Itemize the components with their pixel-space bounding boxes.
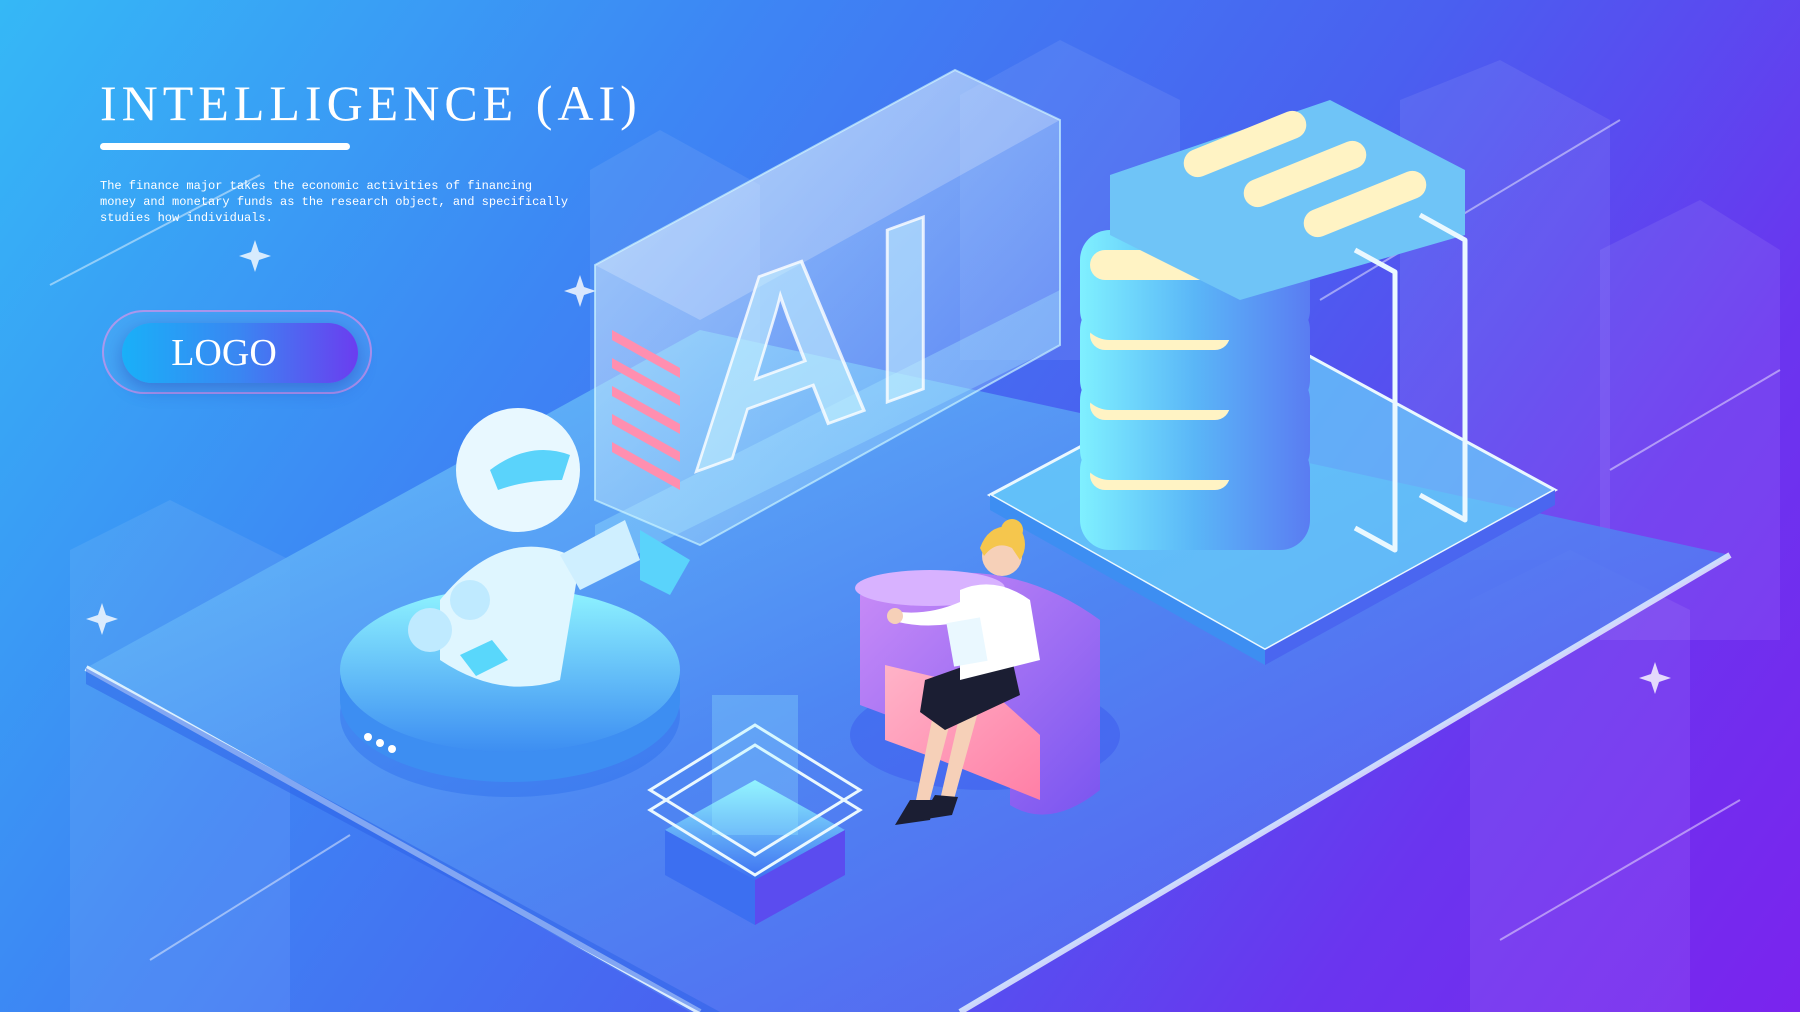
logo-label: LOGO [171,332,277,374]
hero-banner: AI INTELLIGENCE (AI) The finance major t… [0,0,1800,1012]
page-title: INTELLIGENCE (AI) [100,75,642,131]
logo-button[interactable]: LOGO [102,310,372,394]
page-description: The finance major takes the economic act… [100,179,569,225]
title-underline [100,143,350,150]
isometric-ai-illustration: AI [49,40,1781,1012]
